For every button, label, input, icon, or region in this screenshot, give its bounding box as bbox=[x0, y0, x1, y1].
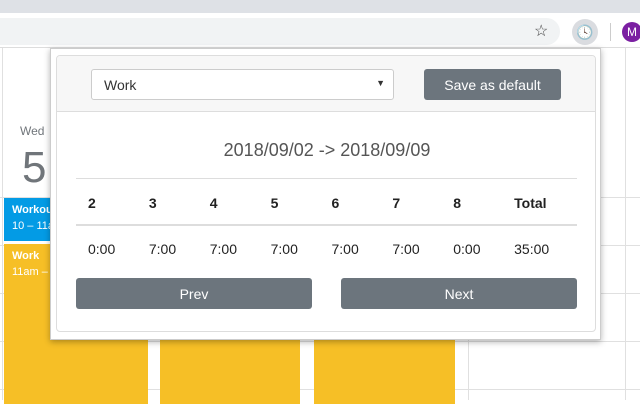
grid-line bbox=[2, 48, 3, 400]
avatar[interactable]: M bbox=[622, 22, 640, 42]
next-button[interactable]: Next bbox=[341, 278, 577, 309]
divider bbox=[610, 23, 611, 41]
col-header: 6 bbox=[331, 195, 340, 211]
card-header: Work ▼ Save as default bbox=[57, 56, 595, 112]
divider bbox=[76, 178, 577, 179]
col-header: 2 bbox=[88, 195, 96, 211]
event-title: Work bbox=[12, 250, 40, 262]
tab-strip bbox=[0, 0, 640, 13]
address-bar[interactable] bbox=[0, 18, 560, 45]
col-header: 7 bbox=[392, 195, 401, 211]
cell-total: 35:00 bbox=[514, 241, 550, 257]
col-header: 5 bbox=[270, 195, 279, 211]
grid-line bbox=[625, 48, 626, 400]
day-name: Wed bbox=[20, 124, 45, 138]
extension-popup: Work ▼ Save as default 2018/09/02 -> 2018… bbox=[50, 48, 601, 340]
date-range: 2018/09/02 -> 2018/09/09 bbox=[223, 140, 431, 160]
day-number[interactable]: 5 bbox=[22, 143, 46, 193]
col-header: Total bbox=[514, 195, 547, 211]
col-header: 3 bbox=[148, 195, 157, 211]
cell: 7:00 bbox=[331, 241, 359, 257]
select-value: Work bbox=[104, 77, 137, 93]
cell: 0:00 bbox=[88, 241, 116, 257]
browser-toolbar: ☆ 🕓 M bbox=[0, 13, 640, 48]
divider bbox=[76, 224, 577, 226]
clock-icon[interactable]: 🕓 bbox=[572, 19, 598, 45]
prev-button[interactable]: Prev bbox=[76, 278, 312, 309]
timesheet-card: Work ▼ Save as default 2018/09/02 -> 2018… bbox=[56, 55, 596, 332]
chevron-down-icon: ▼ bbox=[376, 78, 385, 88]
table-row: 0:00 7:00 7:00 7:00 7:00 7:00 0:00 35:00 bbox=[76, 241, 577, 257]
event-time: 10 – 11am bbox=[12, 220, 52, 232]
event-workout[interactable]: Workout 10 – 11am bbox=[4, 198, 52, 241]
star-icon[interactable]: ☆ bbox=[534, 21, 548, 41]
cell: 0:00 bbox=[453, 241, 481, 257]
cell: 7:00 bbox=[270, 241, 298, 257]
cell: 7:00 bbox=[148, 241, 177, 257]
table-header-row: 2 3 4 5 6 7 8 Total bbox=[76, 195, 577, 211]
event-title: Workout bbox=[12, 204, 52, 216]
col-header: 8 bbox=[453, 195, 462, 211]
cell: 7:00 bbox=[392, 241, 420, 257]
cell: 7:00 bbox=[209, 241, 237, 257]
calendar-select[interactable]: Work ▼ bbox=[91, 69, 394, 100]
save-as-default-button[interactable]: Save as default bbox=[424, 69, 561, 100]
col-header: 4 bbox=[209, 195, 218, 211]
